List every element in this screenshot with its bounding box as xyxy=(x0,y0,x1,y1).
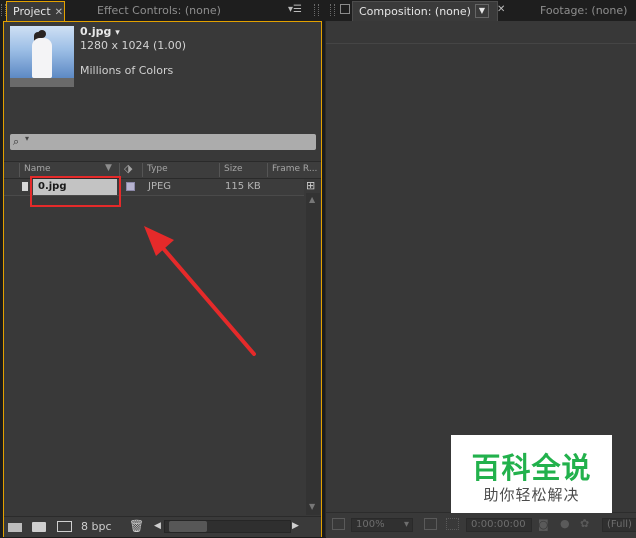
footage-file-icon xyxy=(22,182,28,191)
chevron-down-icon: ▾ xyxy=(403,519,409,530)
label-tag-icon[interactable]: ⬗ xyxy=(124,162,132,175)
search-icon: ⌕ xyxy=(13,135,20,148)
asset-name-text: 0.jpg xyxy=(80,25,112,38)
chevron-down-icon[interactable]: ▾ xyxy=(25,134,29,143)
zoom-select[interactable]: 100% ▾ xyxy=(351,518,413,532)
composition-footer: 100% ▾ 0:00:00:00 ◙ ● ✿ (Full) xyxy=(326,512,636,538)
resolution-select[interactable]: (Full) xyxy=(602,518,636,532)
scroll-left-icon[interactable]: ◀ xyxy=(154,521,161,531)
column-type[interactable]: Type xyxy=(147,164,168,174)
column-header: Name ▼ ⬗ Type Size Frame R... xyxy=(4,161,321,179)
flowchart-icon[interactable]: ⊞ xyxy=(306,179,315,192)
project-bottom-bar: 8 bpc 🗑 ◀ ▶ xyxy=(4,516,321,537)
tab-footage-label: Footage: (none) xyxy=(540,4,628,17)
panel-grip-icon[interactable] xyxy=(314,4,319,16)
watermark-logo: 百科全说 助你轻松解决 xyxy=(451,435,612,513)
column-separator xyxy=(119,163,120,177)
column-separator xyxy=(142,163,143,177)
tab-footage[interactable]: Footage: (none) xyxy=(534,1,636,21)
vertical-scrollbar[interactable]: ▲ ▼ xyxy=(306,193,320,515)
column-frame-rate[interactable]: Frame R... xyxy=(272,164,317,174)
close-icon[interactable]: ✕ xyxy=(497,4,505,15)
folder-icon[interactable] xyxy=(32,522,46,532)
scrollbar-thumb[interactable] xyxy=(169,521,207,532)
table-row[interactable]: 0.jpg JPEG 115 KB xyxy=(4,179,304,196)
sort-arrow-icon[interactable]: ▼ xyxy=(105,163,112,173)
tab-effect-controls[interactable]: Effect Controls: (none) xyxy=(91,1,251,21)
timecode-value: 0:00:00:00 xyxy=(471,519,526,530)
column-name[interactable]: Name xyxy=(24,164,51,174)
bit-depth[interactable]: 8 bpc xyxy=(81,520,112,533)
tab-composition-label: Composition: (none) xyxy=(359,5,471,18)
watermark-title: 百科全说 xyxy=(471,451,592,485)
search-input[interactable]: ⌕ ▾ xyxy=(10,134,316,150)
new-composition-icon[interactable] xyxy=(57,521,72,532)
project-panel: 0.jpg ▾ 1280 x 1024 (1.00) Millions of C… xyxy=(3,21,322,537)
zoom-value: 100% xyxy=(356,519,385,530)
camera-icon[interactable]: ◙ xyxy=(538,518,549,531)
column-size[interactable]: Size xyxy=(224,164,242,174)
panel-grip-icon[interactable] xyxy=(330,4,335,16)
trash-icon[interactable]: 🗑 xyxy=(129,519,144,533)
tab-composition[interactable]: Composition: (none) ▼ xyxy=(352,1,498,21)
annotation-arrow xyxy=(144,226,256,356)
tab-effect-controls-label: Effect Controls: (none) xyxy=(97,4,221,17)
column-separator xyxy=(219,163,220,177)
panel-menu-icon[interactable]: ▾☰ xyxy=(288,4,302,15)
asset-name[interactable]: 0.jpg ▾ xyxy=(80,25,120,38)
viewer-tabstrip: Composition: (none) ▼ ✕ Footage: (none) xyxy=(322,0,636,21)
column-separator xyxy=(19,163,20,177)
project-tabstrip: Project ✕ Effect Controls: (none) ▾☰ xyxy=(0,0,322,21)
scroll-down-icon[interactable]: ▼ xyxy=(309,502,315,511)
scroll-right-icon[interactable]: ▶ xyxy=(292,521,299,531)
chevron-down-icon[interactable]: ▼ xyxy=(475,4,489,18)
close-icon[interactable]: ✕ xyxy=(55,7,63,18)
thumbnail-figure xyxy=(38,30,46,38)
asset-dimensions: 1280 x 1024 (1.00) xyxy=(80,39,187,52)
mask-visibility-icon[interactable] xyxy=(446,518,459,530)
timecode-field[interactable]: 0:00:00:00 xyxy=(466,518,532,532)
asset-colors: Millions of Colors xyxy=(80,64,174,77)
item-size: 115 KB xyxy=(225,181,261,192)
column-separator xyxy=(267,163,268,177)
resolution-value: (Full) xyxy=(607,519,632,530)
item-type: JPEG xyxy=(148,181,172,192)
color-channels-icon[interactable]: ✿ xyxy=(580,517,589,530)
comp-lock-icon[interactable] xyxy=(340,4,350,14)
item-name[interactable]: 0.jpg xyxy=(33,179,117,195)
tab-project-label: Project xyxy=(13,5,51,18)
scroll-up-icon[interactable]: ▲ xyxy=(309,195,315,204)
footage-thumbnail xyxy=(10,26,74,78)
tab-project[interactable]: Project ✕ xyxy=(6,1,65,21)
interpret-footage-icon[interactable] xyxy=(8,523,22,532)
thumbnail-bar xyxy=(10,78,74,87)
label-color-swatch[interactable] xyxy=(126,182,135,191)
safe-zones-icon[interactable] xyxy=(424,518,437,530)
always-preview-icon[interactable] xyxy=(332,518,345,530)
channel-icon[interactable]: ● xyxy=(560,517,570,530)
thumbnail-figure xyxy=(32,38,52,78)
chevron-down-icon[interactable]: ▾ xyxy=(115,28,120,38)
watermark-subtitle: 助你轻松解决 xyxy=(483,486,580,504)
